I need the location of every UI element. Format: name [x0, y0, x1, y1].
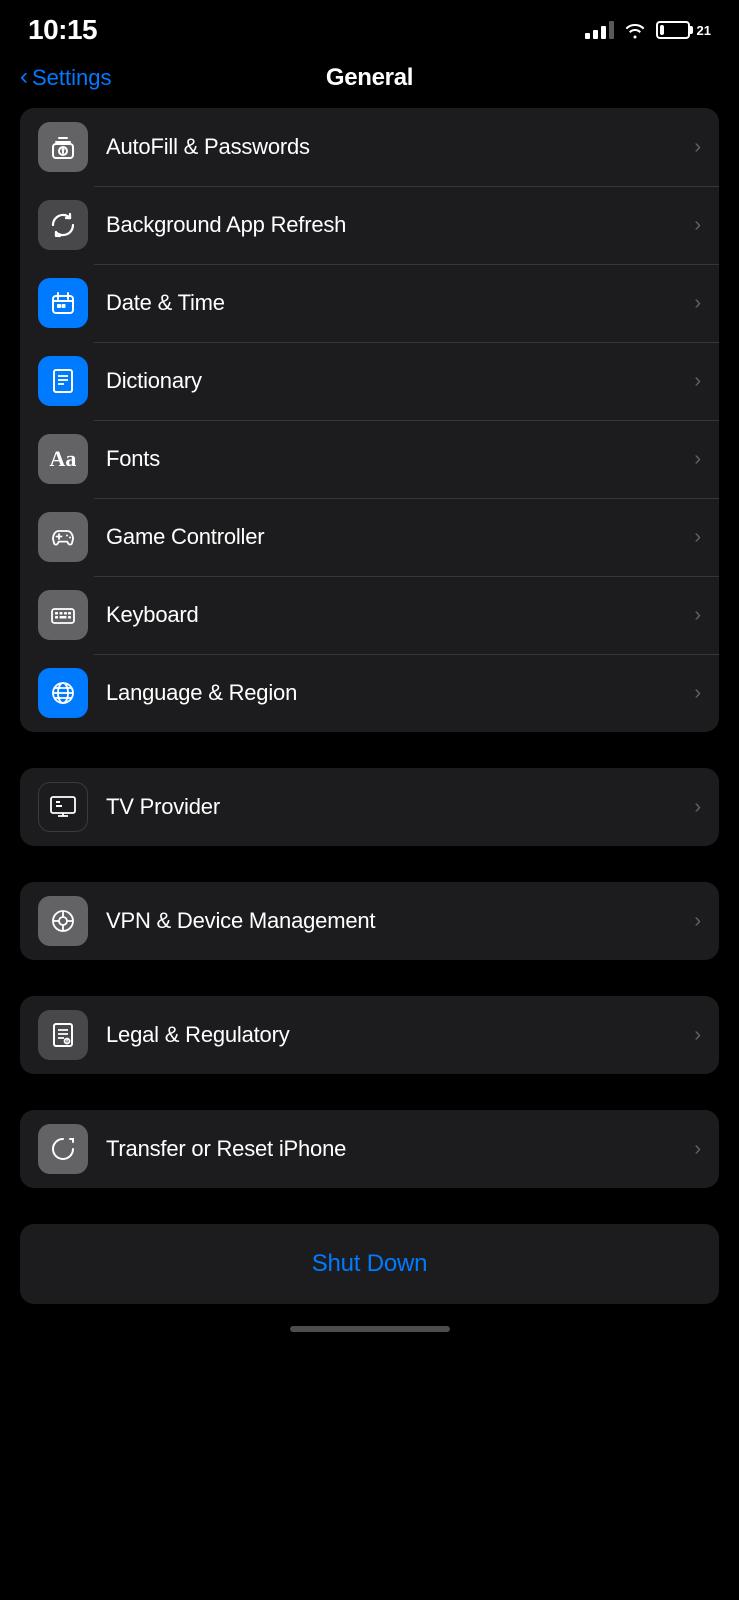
fonts-chevron-icon: ›	[694, 448, 701, 471]
home-bar	[290, 1326, 450, 1332]
dictionary-icon	[38, 356, 88, 406]
game-controller-chevron-icon: ›	[694, 526, 701, 549]
wifi-icon	[624, 21, 646, 39]
language-region-chevron-icon: ›	[694, 682, 701, 705]
transfer-row[interactable]: Transfer or Reset iPhone ›	[20, 1110, 719, 1188]
keyboard-chevron-icon: ›	[694, 604, 701, 627]
transfer-chevron-icon: ›	[694, 1138, 701, 1161]
shutdown-group: Shut Down	[20, 1224, 719, 1304]
legal-label: Legal & Regulatory	[106, 1022, 686, 1048]
nav-header: ‹ Settings General	[0, 54, 739, 108]
keyboard-row[interactable]: Keyboard ›	[20, 576, 719, 654]
vpn-icon	[38, 896, 88, 946]
transfer-label: Transfer or Reset iPhone	[106, 1136, 686, 1162]
autofill-icon	[38, 122, 88, 172]
home-indicator	[0, 1312, 739, 1340]
dictionary-label: Dictionary	[106, 368, 686, 394]
legal-group: Legal & Regulatory ›	[20, 996, 719, 1074]
background-refresh-chevron-icon: ›	[694, 214, 701, 237]
tv-provider-chevron-icon: ›	[694, 796, 701, 819]
language-region-label: Language & Region	[106, 680, 686, 706]
date-time-label: Date & Time	[106, 290, 686, 316]
game-controller-label: Game Controller	[106, 524, 686, 550]
language-region-icon	[38, 668, 88, 718]
language-region-row[interactable]: Language & Region ›	[20, 654, 719, 732]
shutdown-row[interactable]: Shut Down	[20, 1224, 719, 1304]
keyboard-icon	[38, 590, 88, 640]
keyboard-label: Keyboard	[106, 602, 686, 628]
background-refresh-label: Background App Refresh	[106, 212, 686, 238]
autofill-passwords-row[interactable]: AutoFill & Passwords ›	[20, 108, 719, 186]
status-bar: 10:15 21	[0, 0, 739, 54]
tv-provider-label: TV Provider	[106, 794, 686, 820]
vpn-row[interactable]: VPN & Device Management ›	[20, 882, 719, 960]
page-title: General	[326, 64, 413, 92]
transfer-group: Transfer or Reset iPhone ›	[20, 1110, 719, 1188]
tv-provider-icon	[38, 782, 88, 832]
background-refresh-row[interactable]: Background App Refresh ›	[20, 186, 719, 264]
transfer-icon	[38, 1124, 88, 1174]
vpn-label: VPN & Device Management	[106, 908, 686, 934]
back-chevron-icon: ‹	[20, 65, 28, 89]
legal-icon	[38, 1010, 88, 1060]
status-icons: 21	[585, 21, 711, 39]
dictionary-chevron-icon: ›	[694, 370, 701, 393]
signal-icon	[585, 21, 614, 39]
background-refresh-icon	[38, 200, 88, 250]
back-label[interactable]: Settings	[32, 65, 112, 91]
fonts-label: Fonts	[106, 446, 686, 472]
fonts-icon: Aa	[38, 434, 88, 484]
shutdown-label[interactable]: Shut Down	[312, 1250, 428, 1278]
game-controller-icon	[38, 512, 88, 562]
settings-content: AutoFill & Passwords › Background App Re…	[0, 108, 739, 1304]
autofill-chevron-icon: ›	[694, 136, 701, 159]
battery-icon: 21	[656, 21, 711, 39]
fonts-row[interactable]: Aa Fonts ›	[20, 420, 719, 498]
date-time-row[interactable]: Date & Time ›	[20, 264, 719, 342]
legal-row[interactable]: Legal & Regulatory ›	[20, 996, 719, 1074]
date-time-icon	[38, 278, 88, 328]
dictionary-row[interactable]: Dictionary ›	[20, 342, 719, 420]
date-time-chevron-icon: ›	[694, 292, 701, 315]
legal-chevron-icon: ›	[694, 1024, 701, 1047]
vpn-chevron-icon: ›	[694, 910, 701, 933]
vpn-group: VPN & Device Management ›	[20, 882, 719, 960]
main-settings-group: AutoFill & Passwords › Background App Re…	[20, 108, 719, 732]
tv-provider-group: TV Provider ›	[20, 768, 719, 846]
tv-provider-row[interactable]: TV Provider ›	[20, 768, 719, 846]
autofill-label: AutoFill & Passwords	[106, 134, 686, 160]
game-controller-row[interactable]: Game Controller ›	[20, 498, 719, 576]
status-time: 10:15	[28, 14, 97, 46]
back-button[interactable]: ‹ Settings	[20, 65, 112, 91]
